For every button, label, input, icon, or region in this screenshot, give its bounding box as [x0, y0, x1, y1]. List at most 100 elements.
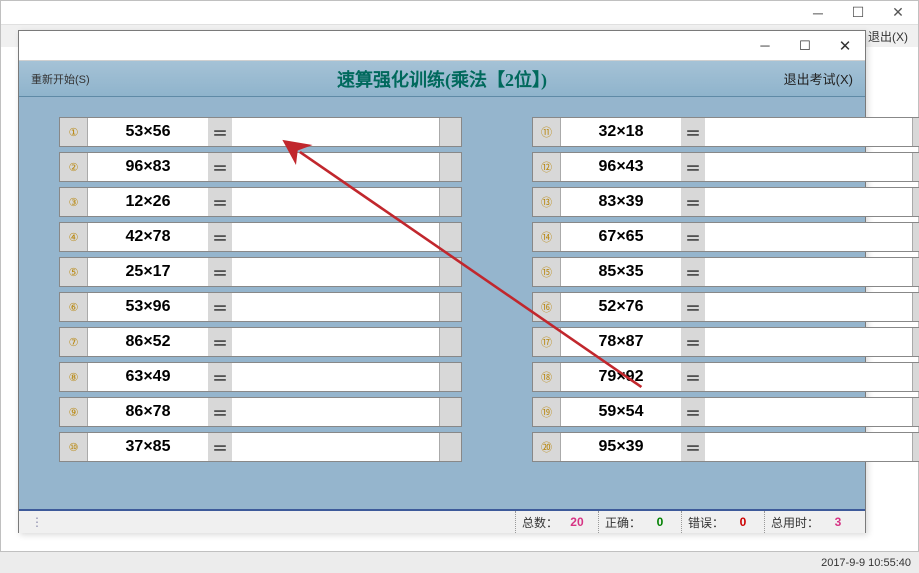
problem-expression: 83×39: [561, 188, 681, 216]
problem-expression: 67×65: [561, 223, 681, 251]
problem-index: ④: [60, 223, 88, 251]
answer-input[interactable]: [705, 328, 912, 356]
problem-expression: 37×85: [88, 433, 208, 461]
answer-input[interactable]: [705, 223, 912, 251]
answer-input[interactable]: [232, 153, 439, 181]
problem-expression: 95×39: [561, 433, 681, 461]
app-header: 重新开始(S) 速算强化训练(乘法【2位】) 退出考试(X): [19, 61, 865, 97]
equals-sign: ＝: [681, 223, 705, 251]
row-tail: [912, 293, 919, 321]
problem-row: ⑨86×78＝: [59, 397, 462, 427]
problem-expression: 86×78: [88, 398, 208, 426]
answer-input[interactable]: [705, 398, 912, 426]
app-title: 速算强化训练(乘法【2位】): [161, 66, 723, 92]
problem-index: ⑮: [533, 258, 561, 286]
equals-sign: ＝: [208, 258, 232, 286]
problem-row: ⑬83×39＝: [532, 187, 919, 217]
problem-index: ⑫: [533, 153, 561, 181]
status-bar: ⋮ 总数： 20 正确： 0 错误： 0 总用时： 3: [19, 509, 865, 533]
answer-input[interactable]: [705, 153, 912, 181]
answer-input[interactable]: [705, 258, 912, 286]
restart-button[interactable]: 重新开始(S): [31, 71, 161, 87]
status-total: 总数： 20: [515, 511, 598, 533]
problem-index: ⑦: [60, 328, 88, 356]
problem-expression: 78×87: [561, 328, 681, 356]
answer-input[interactable]: [232, 328, 439, 356]
outer-minimize-button[interactable]: ─: [798, 1, 838, 25]
row-tail: [439, 363, 461, 391]
equals-sign: ＝: [208, 188, 232, 216]
problem-row: ⑲59×54＝: [532, 397, 919, 427]
problem-row: ⑱79×92＝: [532, 362, 919, 392]
equals-sign: ＝: [681, 258, 705, 286]
row-tail: [439, 258, 461, 286]
answer-input[interactable]: [232, 188, 439, 216]
equals-sign: ＝: [681, 153, 705, 181]
problem-row: ⑫96×43＝: [532, 152, 919, 182]
app-minimize-button[interactable]: ─: [745, 31, 785, 61]
problem-expression: 53×96: [88, 293, 208, 321]
problem-index: ⑩: [60, 433, 88, 461]
exit-exam-button[interactable]: 退出考试(X): [723, 69, 853, 88]
problem-row: ⑰78×87＝: [532, 327, 919, 357]
row-tail: [912, 118, 919, 146]
clock-text: 2017-9-9 10:55:40: [821, 557, 911, 569]
equals-sign: ＝: [208, 433, 232, 461]
row-tail: [912, 258, 919, 286]
problems-area: ①53×56＝②96×83＝③12×26＝④42×78＝⑤25×17＝⑥53×9…: [19, 97, 865, 509]
answer-input[interactable]: [232, 433, 439, 461]
row-tail: [912, 153, 919, 181]
answer-input[interactable]: [232, 293, 439, 321]
problem-expression: 12×26: [88, 188, 208, 216]
outer-close-button[interactable]: ✕: [878, 1, 918, 25]
problem-expression: 32×18: [561, 118, 681, 146]
row-tail: [912, 188, 919, 216]
equals-sign: ＝: [208, 223, 232, 251]
answer-input[interactable]: [705, 293, 912, 321]
answer-input[interactable]: [232, 398, 439, 426]
status-time: 总用时： 3: [764, 511, 859, 533]
answer-input[interactable]: [232, 363, 439, 391]
answer-input[interactable]: [705, 433, 912, 461]
problem-expression: 85×35: [561, 258, 681, 286]
app-close-button[interactable]: ✕: [825, 31, 865, 61]
answer-input[interactable]: [705, 118, 912, 146]
status-handle: ⋮: [25, 511, 49, 533]
answer-input[interactable]: [705, 363, 912, 391]
equals-sign: ＝: [208, 328, 232, 356]
answer-input[interactable]: [705, 188, 912, 216]
problem-index: ⑥: [60, 293, 88, 321]
answer-input[interactable]: [232, 258, 439, 286]
problem-index: ⑧: [60, 363, 88, 391]
problem-row: ①53×56＝: [59, 117, 462, 147]
problem-row: ④42×78＝: [59, 222, 462, 252]
row-tail: [439, 118, 461, 146]
equals-sign: ＝: [681, 188, 705, 216]
equals-sign: ＝: [681, 293, 705, 321]
app-maximize-button[interactable]: ☐: [785, 31, 825, 61]
problem-row: ⑳95×39＝: [532, 432, 919, 462]
problem-expression: 96×83: [88, 153, 208, 181]
problem-index: ⑱: [533, 363, 561, 391]
problem-expression: 53×56: [88, 118, 208, 146]
problem-index: ⑬: [533, 188, 561, 216]
equals-sign: ＝: [208, 398, 232, 426]
problem-expression: 86×52: [88, 328, 208, 356]
equals-sign: ＝: [681, 433, 705, 461]
row-tail: [439, 153, 461, 181]
status-correct: 正确： 0: [598, 511, 681, 533]
problem-row: ⑦86×52＝: [59, 327, 462, 357]
app-window: ─ ☐ ✕ 重新开始(S) 速算强化训练(乘法【2位】) 退出考试(X) ①53…: [18, 30, 866, 533]
row-tail: [439, 188, 461, 216]
equals-sign: ＝: [681, 118, 705, 146]
row-tail: [439, 398, 461, 426]
answer-input[interactable]: [232, 223, 439, 251]
problem-row: ⑤25×17＝: [59, 257, 462, 287]
row-tail: [912, 398, 919, 426]
problem-index: ⑤: [60, 258, 88, 286]
outer-maximize-button[interactable]: ☐: [838, 1, 878, 25]
problem-expression: 42×78: [88, 223, 208, 251]
status-wrong: 错误： 0: [681, 511, 764, 533]
app-titlebar: ─ ☐ ✕: [19, 31, 865, 61]
answer-input[interactable]: [232, 118, 439, 146]
